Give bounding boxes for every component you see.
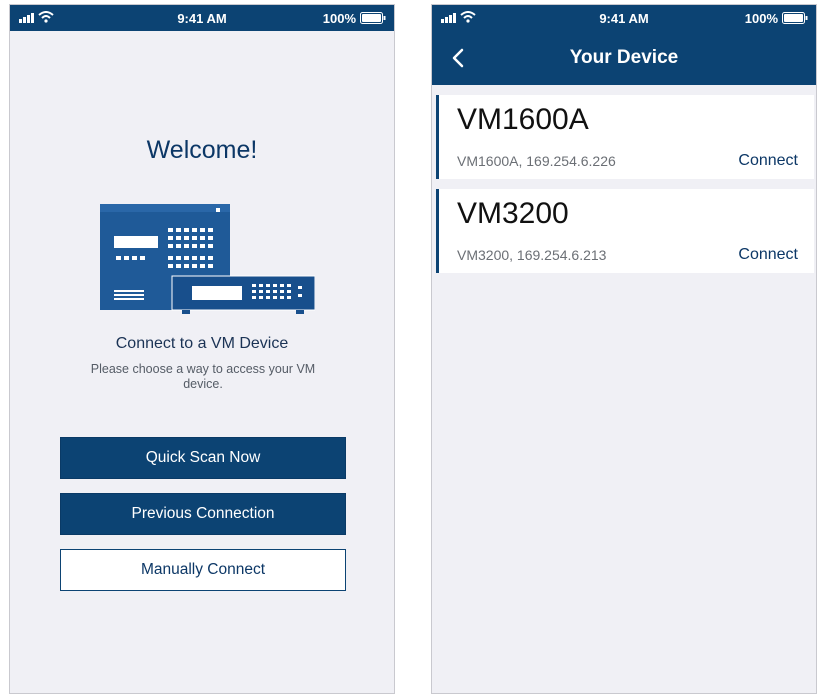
previous-connection-button[interactable]: Previous Connection	[60, 493, 346, 535]
connect-title: Connect to a VM Device	[115, 335, 289, 352]
connect-link[interactable]: Connect	[738, 246, 798, 264]
connect-description: Please choose a way to access your VM de…	[90, 362, 316, 391]
nav-bar: Your Device	[432, 31, 816, 85]
device-name: VM3200	[457, 197, 569, 230]
status-bar: 9:41 AM 100%	[10, 5, 394, 31]
battery-icon	[360, 12, 386, 24]
quick-scan-button[interactable]: Quick Scan Now	[60, 437, 346, 479]
device-name: VM1600A	[457, 103, 589, 136]
device-card: VM3200 VM3200, 169.254.6.213 Connect	[436, 189, 814, 273]
connect-link[interactable]: Connect	[738, 152, 798, 170]
device-info: VM1600A, 169.254.6.226	[457, 153, 616, 169]
battery-percent: 100%	[322, 11, 356, 26]
manually-connect-button[interactable]: Manually Connect	[60, 549, 346, 591]
status-bar: 9:41 AM 100%	[432, 5, 816, 31]
battery-icon	[782, 12, 808, 24]
device-list-screen: 9:41 AM 100% Your Device VM1600A VM1600A…	[431, 4, 817, 694]
page-title: Your Device	[569, 47, 679, 68]
vm-device-illustration	[100, 204, 315, 314]
welcome-heading: Welcome!	[146, 136, 258, 164]
device-card: VM1600A VM1600A, 169.254.6.226 Connect	[436, 95, 814, 179]
welcome-screen: 9:41 AM 100% Welcome! Connect to a VM De…	[9, 4, 395, 694]
device-info: VM3200, 169.254.6.213	[457, 247, 607, 263]
battery-percent: 100%	[744, 11, 778, 26]
